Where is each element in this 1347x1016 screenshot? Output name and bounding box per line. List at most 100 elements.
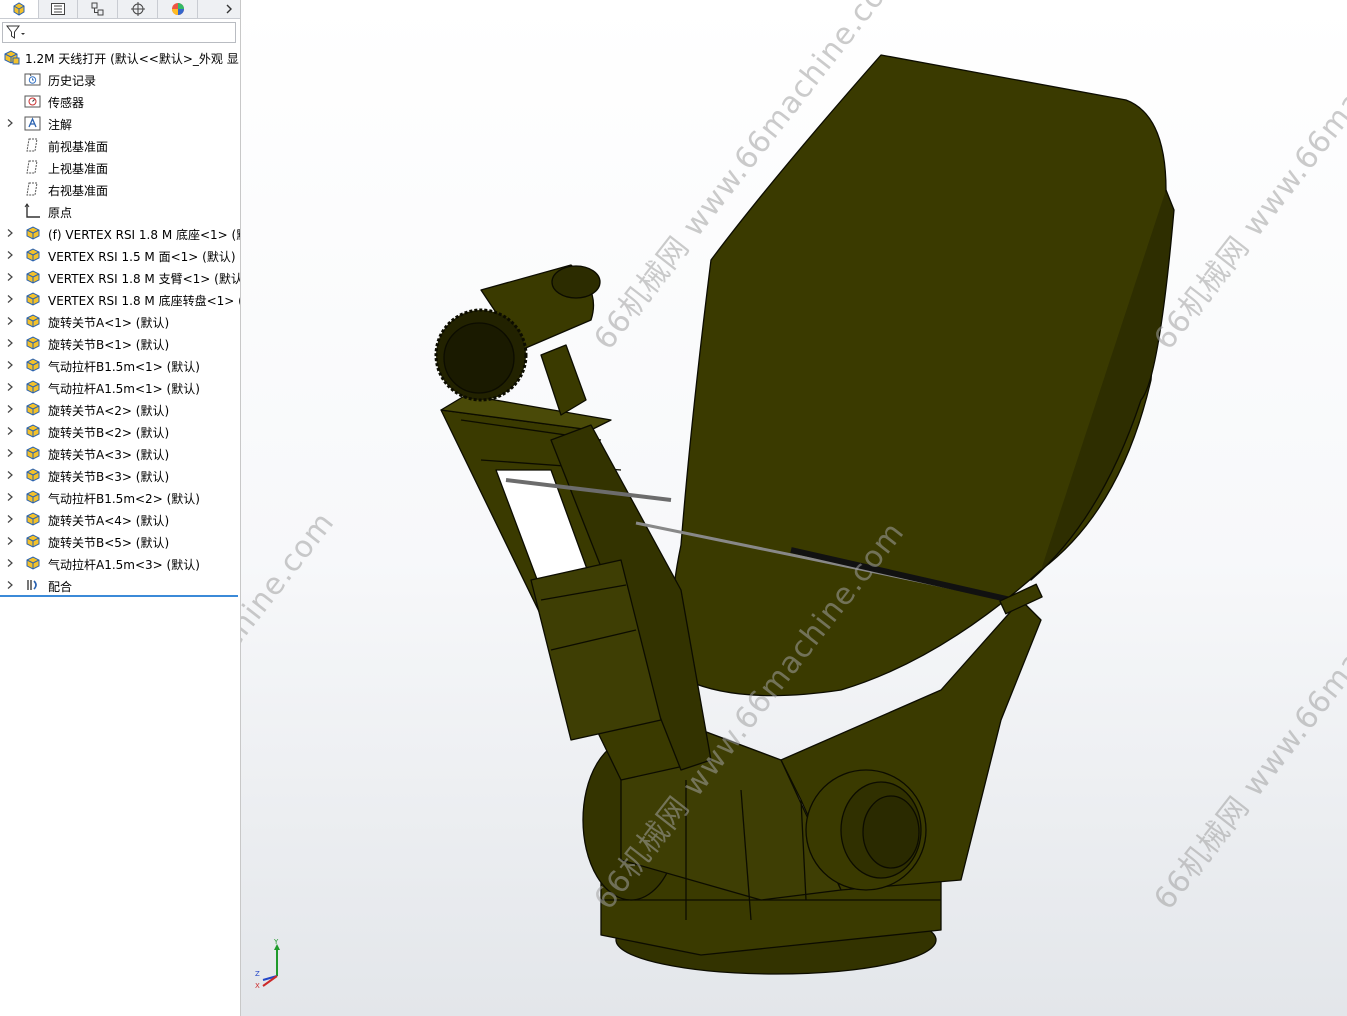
expand-arrow-icon[interactable] <box>6 530 14 552</box>
tree-item-label: (f) VERTEX RSI 1.8 M 底座<1> (默 <box>48 228 240 242</box>
tree-item[interactable]: VERTEX RSI 1.8 M 支臂<1> (默认 <box>0 266 240 288</box>
tree-item-label: VERTEX RSI 1.8 M 底座转盘<1> ( <box>48 294 240 308</box>
tree-item-label: 气动拉杆A1.5m<1> (默认) <box>48 382 200 396</box>
tree-item[interactable]: 历史记录 <box>0 68 240 90</box>
expand-arrow-icon[interactable] <box>6 288 14 310</box>
feed-gear-inner <box>443 322 515 394</box>
tree-item-label: 传感器 <box>48 96 85 110</box>
tree-item[interactable]: VERTEX RSI 1.8 M 底座转盘<1> ( <box>0 288 240 310</box>
expand-arrow-icon[interactable] <box>6 508 14 530</box>
tree-item-label: 旋转关节A<2> (默认) <box>48 404 170 418</box>
part-icon <box>24 401 42 417</box>
part-icon <box>24 555 42 571</box>
part-icon <box>24 489 42 505</box>
part-icon <box>24 379 42 395</box>
tree-item[interactable]: 旋转关节B<2> (默认) <box>0 420 240 442</box>
tree-item-label: 注解 <box>48 118 73 132</box>
expand-arrow-icon[interactable] <box>6 354 14 376</box>
feature-manager-tab[interactable] <box>0 0 39 18</box>
tree-item-label: 旋转关节A<4> (默认) <box>48 514 170 528</box>
tree-item-label: VERTEX RSI 1.5 M 面<1> (默认) <box>48 250 236 264</box>
feature-manager-icon <box>13 2 25 16</box>
expand-arrow-icon[interactable] <box>6 310 14 332</box>
manager-tab-bar <box>0 0 240 19</box>
more-tabs-chevron-icon[interactable] <box>220 0 238 18</box>
part-icon <box>24 291 42 307</box>
expand-arrow-icon[interactable] <box>6 398 14 420</box>
tree-filter-field[interactable] <box>2 22 236 43</box>
tree-filter-bar <box>0 21 238 43</box>
tree-item[interactable]: 旋转关节B<3> (默认) <box>0 464 240 486</box>
display-manager-tab[interactable] <box>159 0 198 18</box>
triad-y-label: Y <box>273 938 279 946</box>
part-icon <box>24 335 42 351</box>
sensor-icon <box>24 93 42 109</box>
configuration-manager-tab[interactable] <box>79 0 118 18</box>
reference-triad-icon[interactable]: Y Z X <box>251 938 291 990</box>
dimxpert-manager-tab[interactable] <box>119 0 158 18</box>
tree-item[interactable]: 传感器 <box>0 90 240 112</box>
tree-item[interactable]: 旋转关节A<2> (默认) <box>0 398 240 420</box>
history-folder-icon <box>24 71 42 87</box>
expand-arrow-icon[interactable] <box>6 266 14 288</box>
triad-x-label: X <box>255 982 260 990</box>
part-icon <box>24 247 42 263</box>
tree-item-label: 旋转关节B<3> (默认) <box>48 470 170 484</box>
dimxpert-icon <box>131 2 145 16</box>
annotation-icon <box>24 115 42 131</box>
expand-arrow-icon[interactable] <box>6 112 14 134</box>
tree-item-label: 旋转关节B<2> (默认) <box>48 426 170 440</box>
tree-item[interactable]: 旋转关节A<3> (默认) <box>0 442 240 464</box>
tree-item[interactable]: 旋转关节B<5> (默认) <box>0 530 240 552</box>
tree-item[interactable]: 原点 <box>0 200 240 222</box>
expand-arrow-icon[interactable] <box>6 574 14 596</box>
tree-item[interactable]: 前视基准面 <box>0 134 240 156</box>
part-icon <box>24 357 42 373</box>
tree-item[interactable]: 气动拉杆A1.5m<1> (默认) <box>0 376 240 398</box>
tree-item[interactable]: 旋转关节A<1> (默认) <box>0 310 240 332</box>
property-manager-tab[interactable] <box>39 0 78 18</box>
expand-arrow-icon[interactable] <box>6 376 14 398</box>
expand-arrow-icon[interactable] <box>6 244 14 266</box>
part-icon <box>24 313 42 329</box>
part-icon <box>24 533 42 549</box>
tree-item[interactable]: (f) VERTEX RSI 1.8 M 底座<1> (默 <box>0 222 240 244</box>
expand-arrow-icon[interactable] <box>6 442 14 464</box>
tree-item[interactable]: 旋转关节A<4> (默认) <box>0 508 240 530</box>
tree-item-label: 前视基准面 <box>48 140 109 154</box>
part-icon <box>24 423 42 439</box>
root-assembly-label: 1.2M 天线打开 (默认<<默认>_外观 显 <box>25 52 239 66</box>
rollback-bar[interactable] <box>0 595 238 597</box>
plane-icon <box>24 159 42 175</box>
expand-arrow-icon[interactable] <box>6 552 14 574</box>
property-manager-icon <box>51 3 65 15</box>
origin-icon <box>24 203 42 219</box>
tree-item[interactable]: 注解 <box>0 112 240 134</box>
tree-item[interactable]: VERTEX RSI 1.5 M 面<1> (默认) <box>0 244 240 266</box>
feature-manager-panel: 1.2M 天线打开 (默认<<默认>_外观 显 历史记录传感器注解前视基准面上视… <box>0 0 241 1016</box>
tree-item[interactable]: 气动拉杆B1.5m<2> (默认) <box>0 486 240 508</box>
tree-item-label: 历史记录 <box>48 74 97 88</box>
tree-item-label: 气动拉杆A1.5m<3> (默认) <box>48 558 200 572</box>
expand-arrow-icon[interactable] <box>6 222 14 244</box>
tree-item[interactable]: 上视基准面 <box>0 156 240 178</box>
tree-item[interactable]: 气动拉杆B1.5m<1> (默认) <box>0 354 240 376</box>
expand-arrow-icon[interactable] <box>6 464 14 486</box>
tree-item-label: 原点 <box>48 206 73 220</box>
graphics-viewport[interactable]: 66机械网 www.66machine.com 66机械网 www.66mach… <box>241 0 1347 1016</box>
tree-item[interactable]: 旋转关节B<1> (默认) <box>0 332 240 354</box>
tree-item[interactable]: 配合 <box>0 574 240 596</box>
part-icon <box>24 269 42 285</box>
expand-arrow-icon[interactable] <box>6 486 14 508</box>
tree-item-label: VERTEX RSI 1.8 M 支臂<1> (默认 <box>48 272 240 286</box>
tree-item[interactable]: 气动拉杆A1.5m<3> (默认) <box>0 552 240 574</box>
feed-horn-mouth <box>551 265 601 299</box>
expand-arrow-icon[interactable] <box>6 420 14 442</box>
part-icon <box>24 445 42 461</box>
expand-arrow-icon[interactable] <box>6 332 14 354</box>
tree-item-label: 气动拉杆B1.5m<2> (默认) <box>48 492 200 506</box>
tree-item-label: 旋转关节B<1> (默认) <box>48 338 170 352</box>
configuration-manager-icon <box>91 2 104 16</box>
tree-root-assembly[interactable]: 1.2M 天线打开 (默认<<默认>_外观 显 <box>0 46 240 68</box>
tree-item[interactable]: 右视基准面 <box>0 178 240 200</box>
